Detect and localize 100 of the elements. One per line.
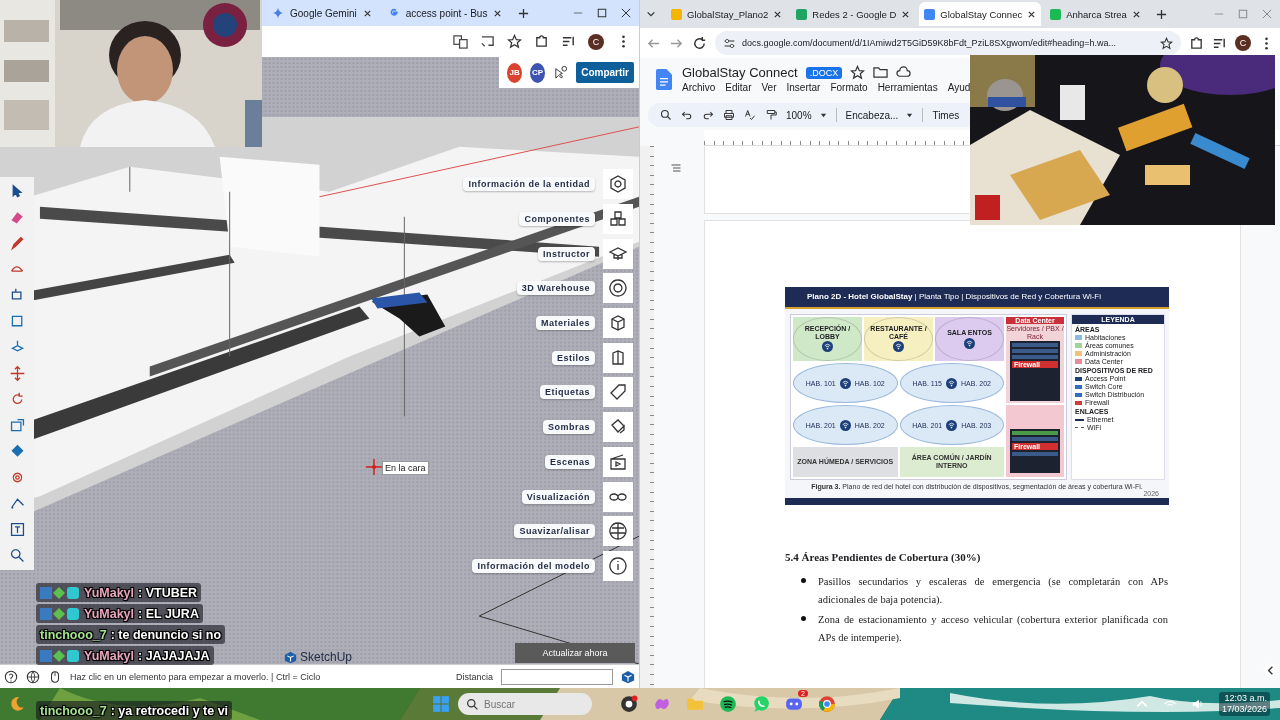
chevron-down-icon[interactable] <box>646 9 656 19</box>
panel-label[interactable]: 3D Warehouse <box>516 281 595 296</box>
search-field[interactable]: Buscar <box>458 693 592 715</box>
mouse-icon[interactable] <box>48 669 62 684</box>
chat-username: tinchooo_7 <box>40 703 107 718</box>
spellcheck-icon[interactable] <box>744 109 756 121</box>
panel-label[interactable]: Materiales <box>535 316 595 331</box>
paint-format-icon[interactable] <box>765 109 777 121</box>
menu-item[interactable]: Insertar <box>786 82 821 93</box>
close-icon[interactable] <box>1027 9 1037 19</box>
text-icon[interactable] <box>8 521 26 538</box>
redo-icon[interactable] <box>702 109 714 121</box>
star-icon[interactable] <box>850 65 866 80</box>
panel-label[interactable]: Suavizar/alisar <box>514 524 595 539</box>
collaborator-avatar[interactable]: JB <box>507 62 523 83</box>
clapperboard-icon[interactable] <box>603 446 633 477</box>
browser-tab[interactable]: Anharca Strea <box>1045 2 1146 26</box>
chevron-left-icon[interactable] <box>1263 663 1278 678</box>
info-icon[interactable] <box>603 550 633 581</box>
panel-label[interactable]: Información de la entidad <box>463 177 595 192</box>
distance-field[interactable] <box>501 668 613 685</box>
scale-icon[interactable] <box>8 417 26 434</box>
update-button[interactable]: Actualizar ahora <box>515 643 635 663</box>
menu-item[interactable]: Ver <box>761 82 777 93</box>
menu-item[interactable]: Archivo <box>682 82 716 93</box>
glasses-icon[interactable] <box>603 481 633 512</box>
status-message: Haz clic en un elemento para empezar a moverlo. | Ctrl = Ciclo <box>70 671 321 682</box>
profile-avatar[interactable]: C <box>1235 35 1251 51</box>
plus-icon[interactable] <box>1155 8 1167 20</box>
browser-tab[interactable]: Redes 2 - Google D <box>791 2 916 26</box>
gamepad-icon[interactable] <box>785 695 803 713</box>
globe-icon[interactable] <box>26 669 40 684</box>
cloud-icon[interactable] <box>896 65 912 80</box>
menu-item[interactable]: Editar <box>725 82 752 93</box>
bullet-text: Pasillos secundarios y escaleras de emergencia (se completarán con APs adicionales de baja potencia). <box>818 575 1168 607</box>
cube-icon[interactable] <box>603 308 633 339</box>
close-icon[interactable] <box>493 8 503 18</box>
chat-message: : ya retrocedi y te vi <box>110 703 229 718</box>
tag-icon[interactable] <box>603 377 633 408</box>
pencil-icon[interactable] <box>8 235 26 252</box>
folder-icon[interactable] <box>873 65 889 80</box>
router-drawing[interactable] <box>371 292 446 337</box>
panel-label[interactable]: Sombras <box>543 420 595 435</box>
browser-icon[interactable] <box>818 695 836 713</box>
browser-tab[interactable]: access point - Bus <box>381 2 509 24</box>
puzzle-icon[interactable] <box>534 34 549 49</box>
document-title[interactable]: GlobalStay Connect <box>682 65 798 80</box>
close-icon[interactable] <box>773 9 783 19</box>
help-icon[interactable] <box>4 669 18 684</box>
search-icon[interactable] <box>660 109 672 121</box>
menu-item[interactable]: Herramientas <box>877 82 938 93</box>
cubes-icon[interactable] <box>603 204 633 235</box>
browser-tab[interactable]: GlobalStay_Plano2 <box>666 2 788 26</box>
plus-icon[interactable] <box>518 7 530 19</box>
target-icon[interactable] <box>603 273 633 304</box>
speaker-icon[interactable] <box>1190 697 1205 711</box>
box-icon[interactable] <box>603 342 633 373</box>
menu-item[interactable]: Ayud <box>947 82 971 93</box>
chat-message: : JAJAJAJA <box>138 648 210 663</box>
address-bar[interactable]: docs.google.com/document/d/1IAmiwd2T5GiD59K8bFdt_PziL8SXgwom/edit#heading=h.wa... <box>715 31 1181 55</box>
print-icon[interactable] <box>723 109 735 121</box>
star-icon[interactable] <box>1160 36 1173 50</box>
app-icon[interactable] <box>620 695 638 713</box>
font-dropdown[interactable]: Times <box>932 109 960 121</box>
move-icon[interactable] <box>8 365 26 382</box>
cast-icon[interactable] <box>480 34 495 49</box>
sketchup-logo-icon[interactable] <box>621 669 635 684</box>
maximize-icon[interactable] <box>597 8 607 18</box>
translate-icon[interactable] <box>453 34 468 49</box>
music-app-icon[interactable] <box>719 695 737 713</box>
tune-icon[interactable] <box>723 36 736 50</box>
profile-avatar[interactable]: C <box>588 33 604 50</box>
zoom-dropdown[interactable]: 100% <box>786 109 827 121</box>
puzzle-icon[interactable] <box>1189 35 1204 51</box>
share-button[interactable]: Compartir <box>576 62 634 83</box>
crosshair-icon <box>366 459 382 475</box>
wifi-icon <box>946 377 957 389</box>
bullet-icon <box>801 616 806 621</box>
graduation-cap-icon[interactable] <box>603 238 633 269</box>
browser-tab[interactable]: GlobalStay Connec <box>919 2 1042 26</box>
wifi-icon <box>839 419 851 431</box>
browser-tab[interactable]: Google Gemini <box>266 2 378 24</box>
close-icon[interactable] <box>621 8 631 18</box>
clock[interactable]: 12:03 a.m. 17/03/2026 <box>1218 692 1270 716</box>
collaborator-avatar[interactable]: CP <box>530 62 546 83</box>
star-icon[interactable] <box>507 34 522 49</box>
panel-label[interactable]: Componentes <box>519 212 595 227</box>
style-dropdown[interactable]: Encabeza... <box>845 109 914 121</box>
panel-label[interactable]: Etiquetas <box>540 385 595 400</box>
eraser-icon[interactable] <box>603 412 633 443</box>
reload-icon[interactable] <box>692 35 707 51</box>
undo-icon[interactable] <box>681 109 693 121</box>
close-icon[interactable] <box>362 8 372 18</box>
document-icon[interactable] <box>656 68 672 90</box>
close-icon[interactable] <box>1131 9 1141 19</box>
cursor-eye-icon[interactable] <box>553 65 569 80</box>
magnifier-icon[interactable] <box>8 547 26 564</box>
media-icon[interactable] <box>561 34 576 49</box>
close-icon[interactable] <box>901 9 911 19</box>
menu-item[interactable]: Formato <box>830 82 868 93</box>
